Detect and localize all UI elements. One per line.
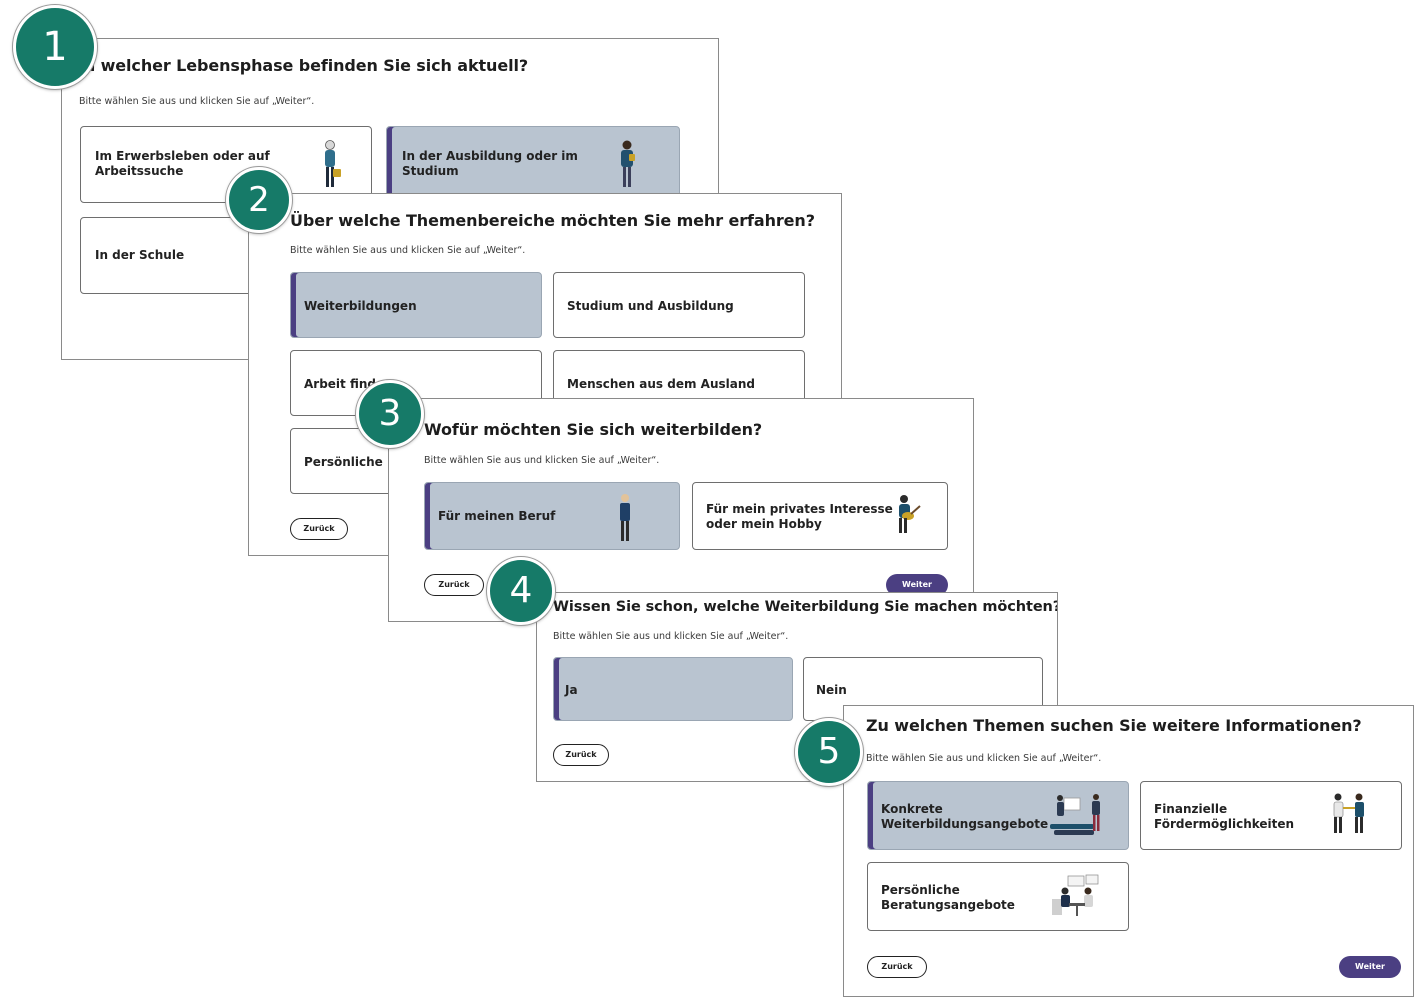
step-5-instructions: Bitte wählen Sie aus und klicken Sie auf… (866, 753, 1102, 764)
option-continuing-education[interactable]: Weiterbildungen (290, 272, 542, 338)
option-label: Menschen aus dem Ausland (567, 377, 755, 391)
option-financial-funding[interactable]: Finanzielle Fördermöglichkeiten (1140, 781, 1402, 850)
person-with-bag-icon (325, 140, 341, 187)
back-button[interactable]: Zurück (290, 518, 348, 540)
back-button[interactable]: Zurück (553, 744, 609, 766)
step-1-question-title: In welcher Lebensphase befinden Sie sich… (78, 56, 529, 75)
back-button[interactable]: Zurück (424, 574, 484, 596)
option-label: In der Schule (95, 248, 185, 262)
option-label: In der Ausbildung oder im Studium (402, 149, 578, 178)
training-offers-icon (1050, 794, 1100, 835)
step-5-question-title: Zu welchen Themen suchen Sie weitere Inf… (866, 716, 1362, 735)
option-study-and-training[interactable]: Studium und Ausbildung (553, 272, 805, 338)
option-label: Konkrete Weiterbildungsangebote (881, 802, 1049, 831)
step-1-instructions: Bitte wählen Sie aus und klicken Sie auf… (79, 96, 315, 107)
step-badge-1: 1 (13, 5, 97, 89)
guitar-player-icon (899, 495, 921, 533)
option-for-my-job[interactable]: Für meinen Beruf (424, 482, 680, 550)
professional-person-icon (620, 494, 630, 541)
step-badge-5: 5 (795, 718, 863, 786)
step-4-instructions: Bitte wählen Sie aus und klicken Sie auf… (553, 631, 789, 642)
step-3-instructions: Bitte wählen Sie aus und klicken Sie auf… (424, 455, 660, 466)
step-3-panel: Wofür möchten Sie sich weiterbilden? Bit… (388, 398, 974, 622)
consultation-icon (1052, 874, 1099, 916)
student-icon (621, 140, 635, 187)
option-education-or-study[interactable]: In der Ausbildung oder im Studium (386, 126, 680, 203)
step-4-question-title: Wissen Sie schon, welche Weiterbildung S… (553, 599, 1058, 615)
option-label: Für mein privates Interesse oder mein Ho… (706, 502, 893, 531)
option-label: Nein (816, 683, 847, 697)
step-badge-4: 4 (487, 557, 555, 625)
option-concrete-training-offers[interactable]: Konkrete Weiterbildungsangebote (867, 781, 1129, 850)
option-label: Studium und Ausbildung (567, 299, 734, 313)
step-2-instructions: Bitte wählen Sie aus und klicken Sie auf… (290, 245, 526, 256)
option-label: Ja (565, 683, 578, 697)
step-5-panel: Zu welchen Themen suchen Sie weitere Inf… (843, 705, 1414, 997)
step-2-question-title: Über welche Themenbereiche möchten Sie m… (290, 211, 815, 230)
option-label: Persönliche Beratungsangebote (881, 883, 1015, 912)
option-yes[interactable]: Ja (553, 657, 793, 721)
back-button[interactable]: Zurück (867, 956, 927, 978)
step-badge-3: 3 (356, 380, 424, 448)
step-badge-2: 2 (226, 167, 292, 233)
option-label: Weiterbildungen (304, 299, 417, 313)
option-label: Finanzielle Fördermöglichkeiten (1154, 802, 1295, 831)
option-private-interest-or-hobby[interactable]: Für mein privates Interesse oder mein Ho… (692, 482, 948, 550)
option-personal-counseling-offers[interactable]: Persönliche Beratungsangebote (867, 862, 1129, 931)
next-button[interactable]: Weiter (1339, 956, 1401, 978)
step-3-question-title: Wofür möchten Sie sich weiterbilden? (424, 420, 763, 439)
funding-handshake-icon (1333, 793, 1364, 833)
option-label: Für meinen Beruf (438, 509, 556, 523)
